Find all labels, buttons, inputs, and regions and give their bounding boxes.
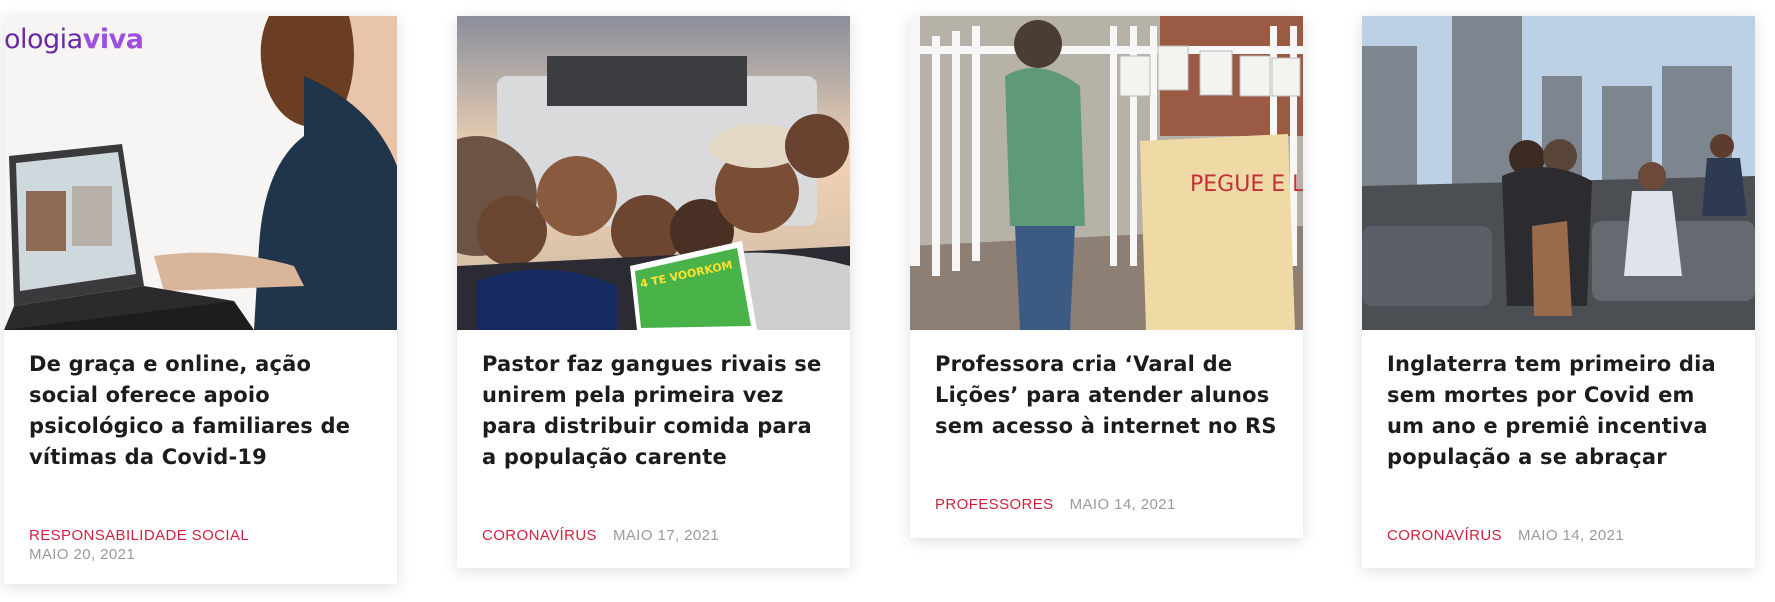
article-title: Professora cria ‘Varal de Lições’ para a… <box>935 330 1278 442</box>
article-title-link[interactable]: Inglaterra tem primeiro dia sem mortes p… <box>1387 352 1716 469</box>
brand-logo: ologiaviva <box>4 24 144 55</box>
article-title-link[interactable]: Professora cria ‘Varal de Lições’ para a… <box>935 352 1277 438</box>
article-title-link[interactable]: De graça e online, ação social oferece a… <box>29 352 350 469</box>
article-date: MAIO 20, 2021 <box>29 546 136 563</box>
article-image: PEGUE E LEVE ALUNOS <box>910 16 1303 330</box>
article-title: Pastor faz gangues rivais se unirem pela… <box>482 330 825 473</box>
article-meta: CORONAVÍRUS MAIO 14, 2021 <box>1387 527 1730 544</box>
article-card[interactable]: 4 TE VOORKOM Pastor faz gangues rivais s… <box>457 16 850 568</box>
article-thumbnail[interactable] <box>1362 16 1755 330</box>
article-thumbnail[interactable]: PEGUE E LEVE ALUNOS <box>910 16 1303 330</box>
article-card[interactable]: Inglaterra tem primeiro dia sem mortes p… <box>1362 16 1755 568</box>
article-title-link[interactable]: Pastor faz gangues rivais se unirem pela… <box>482 352 821 469</box>
article-title: Inglaterra tem primeiro dia sem mortes p… <box>1387 330 1730 473</box>
category-link[interactable]: CORONAVÍRUS <box>1387 527 1502 544</box>
article-image <box>4 16 397 330</box>
article-meta: CORONAVÍRUS MAIO 17, 2021 <box>482 527 825 544</box>
svg-text:PEGUE E LEVE ALUNOS: PEGUE E LEVE ALUNOS <box>1190 172 1303 197</box>
article-image: 4 TE VOORKOM <box>457 16 850 330</box>
article-image <box>1362 16 1755 330</box>
category-link[interactable]: PROFESSORES <box>935 496 1054 513</box>
article-thumbnail[interactable]: 4 TE VOORKOM <box>457 16 850 330</box>
article-thumbnail[interactable]: ologiaviva <box>4 16 397 330</box>
article-date: MAIO 14, 2021 <box>1517 527 1625 544</box>
article-meta: PROFESSORES MAIO 14, 2021 <box>935 496 1278 513</box>
article-card[interactable]: ologiaviva De graça e online, ação socia… <box>4 16 397 584</box>
article-date: MAIO 17, 2021 <box>612 527 720 544</box>
article-title: De graça e online, ação social oferece a… <box>29 330 372 473</box>
article-meta: RESPONSABILIDADE SOCIAL MAIO 20, 2021 <box>29 527 372 563</box>
article-date: MAIO 14, 2021 <box>1069 496 1176 513</box>
category-link[interactable]: RESPONSABILIDADE SOCIAL <box>29 527 249 544</box>
category-link[interactable]: CORONAVÍRUS <box>482 527 597 544</box>
article-card[interactable]: PEGUE E LEVE ALUNOS Professora cria ‘Var… <box>910 16 1303 538</box>
